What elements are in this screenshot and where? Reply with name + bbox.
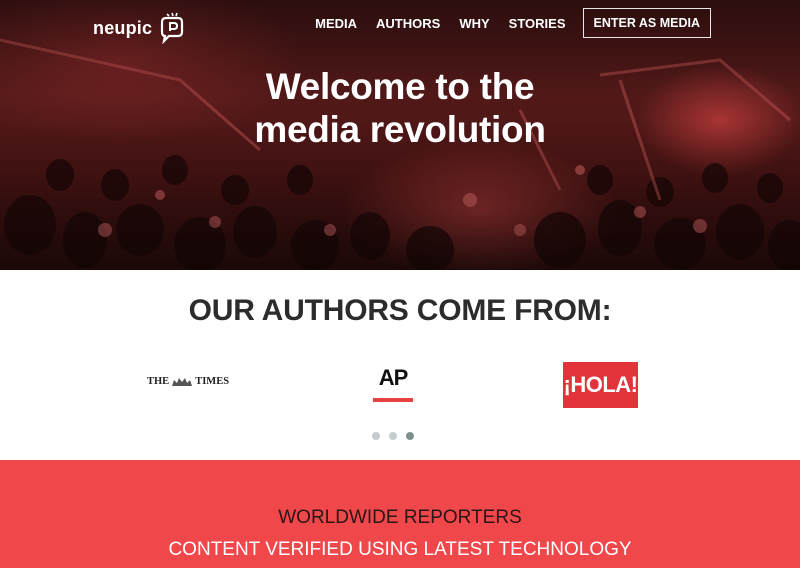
times-logo-word-2: TIMES <box>195 376 230 387</box>
ap-logo-bar <box>373 398 413 402</box>
ap-logo-text: AP <box>378 365 409 390</box>
brand-name: neupic <box>93 17 153 38</box>
nav-link-stories[interactable]: STORIES <box>509 16 566 31</box>
feature-content-verified: CONTENT VERIFIED USING LATEST TECHNOLOGY <box>168 539 632 560</box>
feature-worldwide-reporters: WORLDWIDE REPORTERS <box>278 507 522 528</box>
enter-as-media-button[interactable]: ENTER AS MEDIA <box>582 8 711 38</box>
ap-logo: AP <box>373 366 413 402</box>
hero-title-line-1: Welcome to the <box>265 66 535 107</box>
times-logo-word-1: THE <box>147 376 170 387</box>
nav-link-authors[interactable]: AUTHORS <box>376 16 440 31</box>
carousel-dot-3[interactable] <box>406 432 414 440</box>
the-times-logo: THE TIMES <box>147 376 229 387</box>
authors-section-title: OUR AUTHORS COME FROM: <box>188 294 612 327</box>
main-nav: MEDIA AUTHORS WHY STORIES ENTER AS MEDIA <box>296 8 711 38</box>
chat-bubble-p-icon <box>161 12 184 44</box>
carousel-dot-2[interactable] <box>389 432 397 440</box>
hero-banner: neupic MEDIA AUTHORS WHY STORIES ENTER A… <box>0 0 800 270</box>
nav-link-media[interactable]: MEDIA <box>315 16 357 31</box>
hero-title: Welcome to the media revolution <box>0 65 800 151</box>
brand-logo[interactable]: neupic <box>93 12 186 44</box>
carousel-dots <box>372 432 423 440</box>
hero-title-line-2: media revolution <box>254 109 546 150</box>
crest-icon <box>172 377 193 386</box>
carousel-dot-1[interactable] <box>372 432 380 440</box>
nav-link-why[interactable]: WHY <box>459 16 489 31</box>
hola-logo: ¡HOLA! <box>563 362 638 408</box>
